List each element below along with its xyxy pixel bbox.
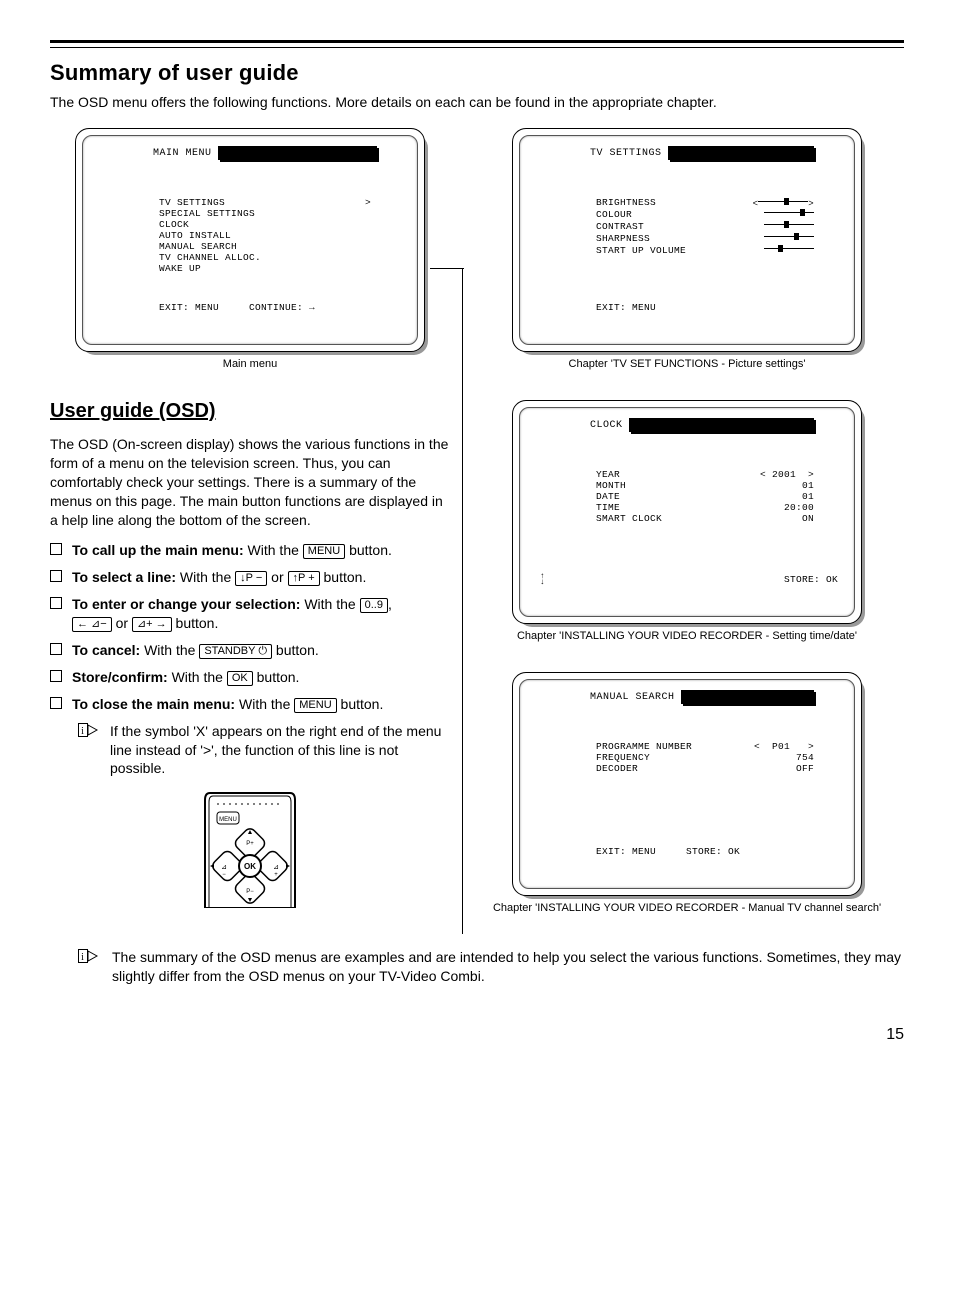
setting-label: COLOUR (596, 210, 632, 221)
checkbox-icon (50, 570, 62, 582)
svg-text:OK: OK (244, 862, 256, 871)
caption-tv-settings: Chapter 'TV SET FUNCTIONS - Picture sett… (470, 358, 904, 370)
setting-label: BRIGHTNESS (596, 198, 656, 209)
help-store: STORE: OK (784, 574, 838, 585)
svg-text:⊿: ⊿ (273, 864, 279, 871)
instruction-item: Store/confirm: With the OK button. (50, 668, 450, 687)
bold-label: To select a line: (72, 569, 176, 585)
menu-item: TV CHANNEL ALLOC. (159, 253, 261, 264)
instruction-item: To select a line: With the ↓P − or ↑P + … (50, 568, 450, 587)
caption-clock: Chapter 'INSTALLING YOUR VIDEO RECORDER … (470, 630, 904, 642)
osd-title-bar (629, 418, 814, 432)
checkbox-icon (50, 597, 62, 609)
instruction-item: To cancel: With the STANDBY ⏻ button. (50, 641, 450, 660)
setting-label: CONTRAST (596, 222, 644, 233)
two-column-layout: MAIN MENU TV SETTINGS> SPECIAL SETTINGS … (50, 128, 904, 934)
menu-item: WAKE UP (159, 264, 201, 275)
slider-icon (764, 221, 814, 233)
right-column: TV SETTINGS BRIGHTNESS <> COLOUR CONTRAST… (470, 128, 904, 934)
help-continue: CONTINUE: → (249, 302, 315, 313)
slider-icon (764, 233, 814, 245)
connector-line (430, 268, 464, 269)
menu-item: MANUAL SEARCH (159, 242, 237, 253)
menu-marker: > (365, 198, 371, 209)
intro-paragraph: The OSD menu offers the following functi… (50, 94, 904, 110)
svg-text:⊿: ⊿ (221, 864, 227, 871)
checkbox-icon (50, 543, 62, 555)
osd-title: MANUAL SEARCH (590, 691, 677, 704)
search-label: DECODER (596, 764, 638, 775)
osd-paragraph: The OSD (On-screen display) shows the va… (50, 435, 450, 529)
up-down-arrows-icon: ↑↓ (540, 574, 545, 585)
info-arrow-icon: i (78, 949, 98, 963)
setting-label: SHARPNESS (596, 234, 650, 245)
standby-key: STANDBY ⏻ (199, 644, 272, 659)
p-minus-key: ↓P − (235, 571, 267, 586)
checkbox-icon (50, 643, 62, 655)
left-column: MAIN MENU TV SETTINGS> SPECIAL SETTINGS … (50, 128, 450, 934)
rule-thin (50, 47, 904, 48)
setting-label: START UP VOLUME (596, 246, 686, 257)
menu-key: MENU (303, 544, 345, 559)
rule-thick (50, 40, 904, 43)
bold-label: To close the main menu: (72, 696, 235, 712)
instruction-item: To enter or change your selection: With … (50, 595, 450, 633)
checkbox-icon (50, 697, 62, 709)
vol-plus-key: ⊿+ → (132, 617, 172, 632)
tv-settings-screen: TV SETTINGS BRIGHTNESS <> COLOUR CONTRAST… (512, 128, 862, 352)
help-exit: EXIT: MENU (596, 302, 656, 313)
footer-note: i The summary of the OSD menus are examp… (78, 948, 904, 986)
main-menu-screen: MAIN MENU TV SETTINGS> SPECIAL SETTINGS … (75, 128, 425, 352)
digits-key: 0..9 (360, 598, 388, 613)
caption-main-menu: Main menu (50, 358, 450, 370)
footer-note-text: The summary of the OSD menus are example… (112, 948, 904, 986)
help-store: STORE: OK (686, 846, 740, 857)
svg-text:i: i (81, 726, 84, 737)
remote-illustration: MENU OK P+ P− (50, 788, 450, 911)
manual-search-screen: MANUAL SEARCH PROGRAMME NUMBER< P01 > FR… (512, 672, 862, 896)
osd-title-bar (218, 146, 377, 160)
menu-key: MENU (294, 698, 336, 713)
column-divider (462, 268, 463, 934)
svg-text:−: − (222, 872, 226, 878)
page-number: 15 (50, 1026, 904, 1044)
remote-icon: MENU OK P+ P− (195, 788, 305, 908)
bold-label: To enter or change your selection: (72, 596, 300, 612)
svg-text:+: + (274, 872, 278, 878)
osd-title-bar (668, 146, 814, 160)
clock-screen: CLOCK YEAR< 2001 > MONTH01 DATE01 TIME20… (512, 400, 862, 624)
checkbox-icon (50, 670, 62, 682)
svg-text:P−: P− (246, 889, 254, 895)
help-exit: EXIT: MENU (596, 846, 656, 857)
note-text: If the symbol 'X' appears on the right e… (110, 722, 450, 779)
osd-title-bar (681, 690, 814, 704)
instruction-list: To call up the main menu: With the MENU … (50, 541, 450, 713)
svg-text:i: i (81, 952, 84, 963)
info-arrow-icon: i (78, 723, 98, 737)
vol-minus-key: ← ⊿− (72, 617, 112, 632)
clock-value: ON (802, 514, 814, 525)
instruction-item: To call up the main menu: With the MENU … (50, 541, 450, 560)
section-title: Summary of user guide (50, 60, 904, 86)
p-plus-key: ↑P + (288, 571, 320, 586)
bold-label: To cancel: (72, 642, 140, 658)
instruction-item: To close the main menu: With the MENU bu… (50, 695, 450, 714)
help-exit: EXIT: MENU (159, 302, 219, 313)
note-block: i If the symbol 'X' appears on the right… (78, 722, 450, 779)
svg-text:P+: P+ (246, 841, 254, 847)
subheading: User guide (OSD) (50, 400, 450, 423)
osd-title: CLOCK (590, 419, 625, 432)
slider-arrows: <> (753, 198, 814, 209)
ok-key: OK (227, 671, 253, 686)
slider-icon (764, 245, 814, 257)
osd-title: MAIN MENU (153, 147, 214, 160)
svg-text:MENU: MENU (219, 817, 237, 823)
slider-icon (764, 209, 814, 221)
bold-label: Store/confirm: (72, 669, 168, 685)
search-value: OFF (796, 764, 814, 775)
clock-label: SMART CLOCK (596, 514, 662, 525)
bold-label: To call up the main menu: (72, 542, 244, 558)
caption-manual-search: Chapter 'INSTALLING YOUR VIDEO RECORDER … (470, 902, 904, 914)
osd-title: TV SETTINGS (590, 147, 664, 160)
